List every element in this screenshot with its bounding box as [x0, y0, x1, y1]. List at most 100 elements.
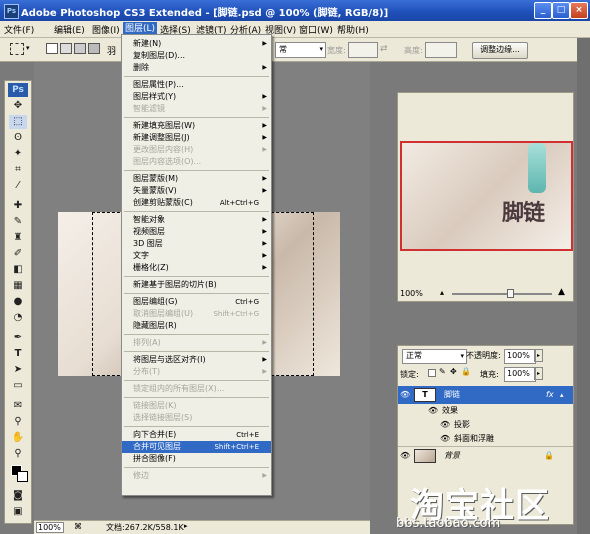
zoom-in-icon[interactable]: ▲	[558, 287, 565, 297]
layer-row-background[interactable]: 👁 背景 🔒	[398, 446, 573, 465]
menu-item[interactable]: 链接图层(K)	[122, 400, 271, 412]
menu-file[interactable]: 文件(F)	[4, 23, 34, 36]
zoom-slider-thumb[interactable]	[507, 289, 514, 298]
menu-item[interactable]: 图层属性(P)...	[122, 79, 271, 91]
blur-tool-icon[interactable]: ●	[9, 295, 27, 309]
magic-wand-icon[interactable]: ✦	[9, 147, 27, 161]
eye-icon[interactable]: 👁	[428, 406, 438, 416]
eye-icon[interactable]: 👁	[440, 434, 450, 444]
menu-item[interactable]: 图层样式(Y) ▶	[122, 91, 271, 103]
menu-item[interactable]: 智能对象 ▶	[122, 214, 271, 226]
menu-item[interactable]: 栅格化(Z) ▶	[122, 262, 271, 274]
lock-brush-icon[interactable]: ✎	[439, 367, 446, 376]
shape-tool-icon[interactable]: ▭	[9, 379, 27, 393]
menu-item[interactable]: 合并可见图层 Shift+Ctrl+E	[122, 441, 271, 453]
menu-edit[interactable]: 编辑(E)	[54, 23, 85, 36]
menu-item[interactable]: 取消图层编组(U) Shift+Ctrl+G	[122, 308, 271, 320]
menu-item[interactable]: 删除 ▶	[122, 62, 271, 74]
menu-item[interactable]: 新建基于图层的切片(B)	[122, 279, 271, 291]
menu-item[interactable]: 向下合并(E) Ctrl+E	[122, 429, 271, 441]
minimize-button[interactable]: _	[534, 2, 552, 19]
move-tool-icon[interactable]: ✥	[9, 99, 27, 113]
menu-item[interactable]: 将图层与选区对齐(I) ▶	[122, 354, 271, 366]
menu-item[interactable]: 图层内容选项(O)...	[122, 156, 271, 168]
layer-effect-dropshadow[interactable]: 👁 投影	[398, 418, 573, 432]
slice-tool-icon[interactable]: ⁄	[9, 179, 27, 193]
lock-all-icon[interactable]: 🔒	[461, 367, 471, 376]
new-selection-icon[interactable]	[46, 43, 58, 54]
marquee-tool-icon[interactable]: ⬚	[9, 115, 27, 129]
chevron-down-icon[interactable]: ▾	[26, 44, 30, 52]
collapse-icon[interactable]: ▴	[560, 388, 564, 402]
status-zoom[interactable]: 100%	[36, 522, 64, 533]
quick-mask-icon[interactable]: ◙	[9, 489, 27, 503]
menu-item[interactable]: 3D 图层 ▶	[122, 238, 271, 250]
layer-name[interactable]: 背景	[444, 449, 460, 463]
opacity-arrow-icon[interactable]: ▸	[534, 349, 543, 362]
menu-item[interactable]: 锁定组内的所有图层(X)...	[122, 383, 271, 395]
layer-effects-row[interactable]: 👁 效果	[398, 404, 573, 418]
menu-item[interactable]: 拼合图像(F)	[122, 453, 271, 465]
pen-tool-icon[interactable]: ✒	[9, 331, 27, 345]
eraser-tool-icon[interactable]: ◧	[9, 263, 27, 277]
menu-help[interactable]: 帮助(H)	[337, 23, 369, 36]
lasso-tool-icon[interactable]: ʘ	[9, 131, 27, 145]
subtract-selection-icon[interactable]	[74, 43, 86, 54]
history-brush-icon[interactable]: ✐	[9, 247, 27, 261]
menu-item[interactable]: 选择链接图层(S)	[122, 412, 271, 424]
menu-item[interactable]: 创建剪贴蒙版(C) Alt+Ctrl+G	[122, 197, 271, 209]
background-color-swatch[interactable]	[17, 471, 28, 482]
brush-tool-icon[interactable]: ✎	[9, 215, 27, 229]
notes-tool-icon[interactable]: ✉	[9, 399, 27, 413]
menu-item[interactable]: 新建调整图层(J) ▶	[122, 132, 271, 144]
refine-edge-button[interactable]: 调整边缘...	[472, 42, 528, 59]
navigator-thumbnail[interactable]: 脚链	[400, 141, 573, 251]
hand-tool-icon[interactable]: ✋	[9, 431, 27, 445]
path-select-icon[interactable]: ➤	[9, 363, 27, 377]
dodge-tool-icon[interactable]: ◔	[9, 311, 27, 325]
menu-item[interactable]: 图层编组(G) Ctrl+G	[122, 296, 271, 308]
blend-mode-select[interactable]: 正常 ▾	[402, 349, 467, 364]
type-tool-icon[interactable]: T	[9, 347, 27, 361]
menu-item[interactable]: 图层蒙版(M) ▶	[122, 173, 271, 185]
menu-window[interactable]: 窗口(W)	[299, 23, 333, 36]
menu-image[interactable]: 图像(I)	[92, 23, 120, 36]
eye-icon[interactable]: 👁	[400, 390, 410, 400]
eye-icon[interactable]: 👁	[400, 451, 410, 461]
menu-item[interactable]: 新建(N) ▶	[122, 38, 271, 50]
zoom-out-icon[interactable]: ▴	[440, 288, 444, 297]
menu-item[interactable]: 矢量蒙版(V) ▶	[122, 185, 271, 197]
navigator-zoom[interactable]: 100%	[400, 289, 423, 298]
clone-stamp-icon[interactable]: ♜	[9, 231, 27, 245]
gradient-tool-icon[interactable]: ▦	[9, 279, 27, 293]
menu-item[interactable]: 排列(A) ▶	[122, 337, 271, 349]
menu-item[interactable]: 视频图层 ▶	[122, 226, 271, 238]
add-selection-icon[interactable]	[60, 43, 72, 54]
height-input[interactable]	[425, 42, 457, 58]
menu-item[interactable]: 隐藏图层(R)	[122, 320, 271, 332]
fx-icon[interactable]: fx	[546, 388, 554, 402]
menu-item[interactable]: 复制图层(D)...	[122, 50, 271, 62]
healing-brush-icon[interactable]: ✚	[9, 199, 27, 213]
menu-item[interactable]: 文字 ▶	[122, 250, 271, 262]
close-button[interactable]: ×	[570, 2, 588, 19]
layer-name[interactable]: 脚链	[444, 388, 460, 402]
opacity-input[interactable]: 100%	[504, 349, 536, 364]
eyedropper-icon[interactable]: ⚲	[9, 415, 27, 429]
eye-icon[interactable]: 👁	[440, 420, 450, 430]
maximize-button[interactable]: □	[552, 2, 570, 19]
fill-arrow-icon[interactable]: ▸	[534, 367, 543, 380]
crop-tool-icon[interactable]: ⌗	[9, 163, 27, 177]
menu-item[interactable]: 智能滤镜 ▶	[122, 103, 271, 115]
zoom-tool-icon[interactable]: ⚲	[9, 447, 27, 461]
menu-item[interactable]: 更改图层内容(H) ▶	[122, 144, 271, 156]
style-select[interactable]: 常 ▾	[275, 42, 326, 58]
status-icon[interactable]: ⌘	[74, 522, 82, 531]
fill-input[interactable]: 100%	[504, 367, 536, 382]
width-input[interactable]	[348, 42, 378, 58]
swap-icon[interactable]: ⇄	[380, 44, 388, 54]
marquee-tool-preset-icon[interactable]	[10, 43, 24, 55]
menu-item[interactable]: 修边 ▶	[122, 470, 271, 482]
screen-mode-icon[interactable]: ▣	[9, 505, 27, 519]
menu-item[interactable]: 新建填充图层(W) ▶	[122, 120, 271, 132]
